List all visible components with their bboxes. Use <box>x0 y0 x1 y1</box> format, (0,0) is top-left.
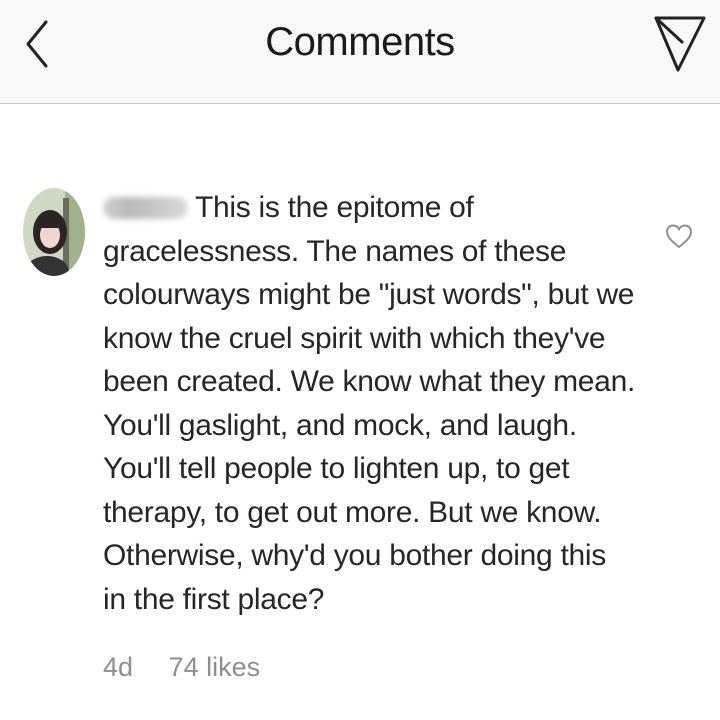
comment-meta: 4d 74 likes <box>103 652 288 683</box>
comment-item: This is the epitome of gracelessness. Th… <box>0 104 720 720</box>
paper-plane-icon <box>654 16 706 72</box>
comment-age: 4d <box>103 652 134 682</box>
likes-count[interactable]: 74 likes <box>169 652 261 682</box>
comment-text-first-line: This is the epitome of <box>195 191 474 224</box>
like-button[interactable] <box>664 221 694 251</box>
share-button[interactable] <box>652 12 708 74</box>
comment-text-body: gracelessness. The names of these colour… <box>103 234 635 616</box>
avatar[interactable] <box>23 188 85 276</box>
page-title: Comments <box>265 20 455 64</box>
comment-text: This is the epitome of gracelessness. Th… <box>103 186 643 621</box>
comments-header: Comments <box>0 0 720 104</box>
heart-outline-icon <box>665 224 693 249</box>
